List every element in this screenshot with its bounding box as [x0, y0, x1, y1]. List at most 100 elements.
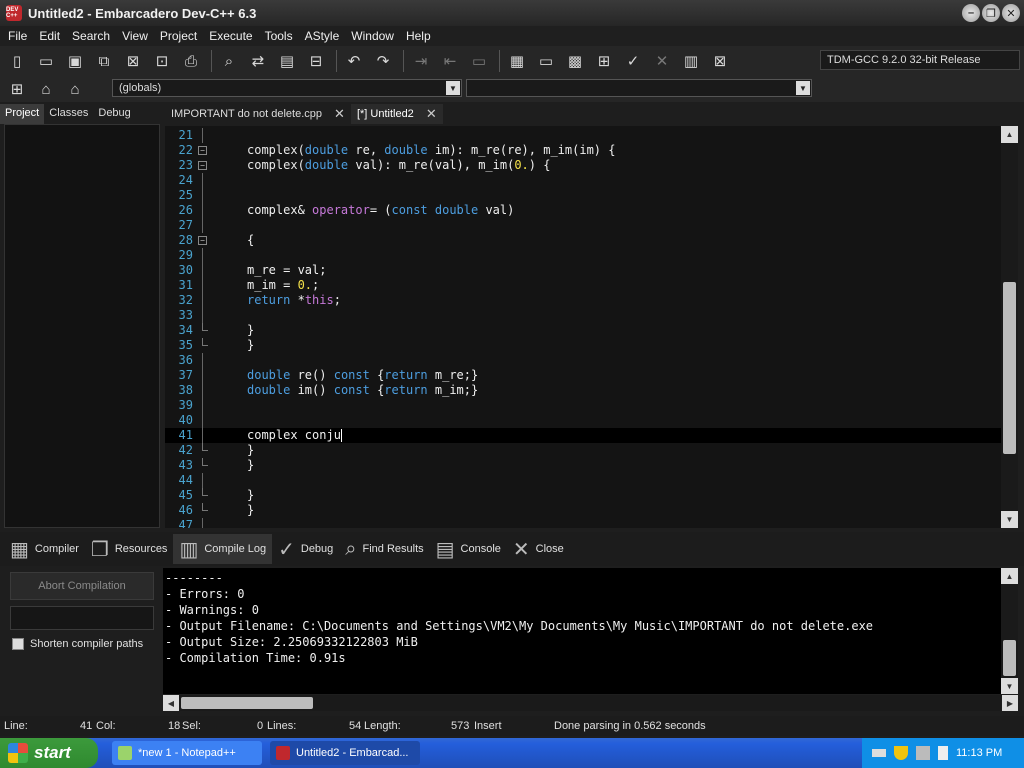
- tab-classes[interactable]: Classes: [44, 104, 93, 124]
- code-line[interactable]: 29: [165, 248, 1001, 263]
- code-line[interactable]: 23− complex(double val): m_re(val), m_im(…: [165, 158, 1001, 173]
- menu-edit[interactable]: Edit: [33, 29, 66, 43]
- run-icon[interactable]: ▭: [533, 48, 559, 74]
- restore-button[interactable]: ❐: [982, 4, 1000, 22]
- abort-compilation-button[interactable]: Abort Compilation: [10, 572, 154, 600]
- close-tab-icon[interactable]: ✕: [426, 106, 437, 122]
- tab-compile-log[interactable]: ▥ Compile Log: [173, 534, 273, 564]
- scroll-left-icon[interactable]: ◀: [163, 695, 179, 711]
- goto-bookmark-icon[interactable]: ⌂: [62, 76, 88, 102]
- menu-view[interactable]: View: [116, 29, 154, 43]
- network-icon[interactable]: [916, 746, 930, 760]
- comment-icon[interactable]: ▭: [466, 48, 492, 74]
- scrollbar-thumb[interactable]: [1003, 640, 1016, 676]
- save-icon[interactable]: ▣: [62, 48, 88, 74]
- shorten-paths-checkbox[interactable]: [12, 638, 24, 650]
- fold-toggle-icon[interactable]: −: [198, 236, 207, 245]
- code-line[interactable]: 25: [165, 188, 1001, 203]
- profile-icon[interactable]: ▥: [678, 48, 704, 74]
- scroll-down-icon[interactable]: ▼: [1001, 511, 1018, 528]
- unindent-icon[interactable]: ⇤: [437, 48, 463, 74]
- tab-compiler[interactable]: ▦ Compiler: [4, 534, 85, 564]
- scroll-right-icon[interactable]: ▶: [1002, 695, 1018, 711]
- scope-select[interactable]: (globals) ▼: [112, 79, 462, 97]
- tab-close[interactable]: ✕ Close: [507, 534, 570, 564]
- code-line[interactable]: 32 return *this;: [165, 293, 1001, 308]
- fold-toggle-icon[interactable]: −: [198, 161, 207, 170]
- tab-resources[interactable]: ❐ Resources: [85, 534, 174, 564]
- security-shield-icon[interactable]: [894, 746, 908, 760]
- member-select[interactable]: ▼: [466, 79, 812, 97]
- shorten-paths-option[interactable]: Shorten compiler paths: [12, 638, 143, 650]
- editor-tab-important[interactable]: IMPORTANT do not delete.cpp ✕: [165, 104, 351, 124]
- code-line[interactable]: 36: [165, 353, 1001, 368]
- code-line[interactable]: 26 complex& operator= (const double val): [165, 203, 1001, 218]
- code-line[interactable]: 37 double re() const {return m_re;}: [165, 368, 1001, 383]
- code-line[interactable]: 30 m_re = val;: [165, 263, 1001, 278]
- tab-console[interactable]: ▤ Console: [430, 534, 507, 564]
- compiler-select[interactable]: TDM-GCC 9.2.0 32-bit Release: [820, 50, 1020, 70]
- keyboard-icon[interactable]: [872, 749, 886, 757]
- syntax-check-icon[interactable]: ✓: [620, 48, 646, 74]
- tab-project[interactable]: Project: [0, 104, 45, 124]
- code-line[interactable]: 42}: [165, 443, 1001, 458]
- menu-astyle[interactable]: AStyle: [299, 29, 346, 43]
- volume-icon[interactable]: [938, 746, 948, 760]
- chevron-down-icon[interactable]: ▼: [796, 81, 810, 95]
- rebuild-icon[interactable]: ⊞: [591, 48, 617, 74]
- code-line[interactable]: 39: [165, 398, 1001, 413]
- code-line[interactable]: 24: [165, 173, 1001, 188]
- code-line[interactable]: 44: [165, 473, 1001, 488]
- goto-icon[interactable]: ▤: [274, 48, 300, 74]
- log-scrollbar[interactable]: ▲ ▼: [1001, 568, 1018, 694]
- scroll-up-icon[interactable]: ▲: [1001, 126, 1018, 143]
- scroll-down-icon[interactable]: ▼: [1001, 678, 1018, 694]
- minimize-button[interactable]: –: [962, 4, 980, 22]
- tab-debug[interactable]: Debug: [93, 104, 135, 124]
- compile-log[interactable]: -------- - Errors: 0 - Warnings: 0 - Output…: [163, 568, 1001, 694]
- close-all-icon[interactable]: ⊡: [149, 48, 175, 74]
- menu-execute[interactable]: Execute: [203, 29, 258, 43]
- save-all-icon[interactable]: ⧉: [91, 48, 117, 74]
- indent-icon[interactable]: ⇥: [408, 48, 434, 74]
- code-line[interactable]: 46}: [165, 503, 1001, 518]
- code-line[interactable]: 22− complex(double re, double im): m_re(r…: [165, 143, 1001, 158]
- scrollbar-thumb[interactable]: [181, 697, 313, 709]
- editor-tab-untitled2[interactable]: [*] Untitled2 ✕: [350, 104, 443, 124]
- find-icon[interactable]: ⌕: [216, 48, 242, 74]
- menu-tools[interactable]: Tools: [259, 29, 299, 43]
- code-line[interactable]: 47: [165, 518, 1001, 528]
- bookmark-icon[interactable]: ⌂: [33, 76, 59, 102]
- replace-icon[interactable]: ⇄: [245, 48, 271, 74]
- code-line[interactable]: 38 double im() const {return m_im;}: [165, 383, 1001, 398]
- close-tab-icon[interactable]: ✕: [334, 106, 345, 122]
- code-editor[interactable]: 21 22− complex(double re, double im): m_re…: [165, 126, 1001, 528]
- code-line[interactable]: 40: [165, 413, 1001, 428]
- delete-profile-icon[interactable]: ⊠: [707, 48, 733, 74]
- menu-file[interactable]: File: [2, 29, 33, 43]
- menu-window[interactable]: Window: [345, 29, 400, 43]
- open-folder-icon[interactable]: ▭: [33, 48, 59, 74]
- start-button[interactable]: start: [0, 738, 98, 768]
- editor-scrollbar[interactable]: ▲ ▼: [1001, 126, 1018, 528]
- fold-toggle-icon[interactable]: −: [198, 146, 207, 155]
- split-icon[interactable]: ⊟: [303, 48, 329, 74]
- code-line[interactable]: 21: [165, 128, 1001, 143]
- code-line[interactable]: 34}: [165, 323, 1001, 338]
- new-file-icon[interactable]: ▯: [4, 48, 30, 74]
- tab-debug[interactable]: ✓ Debug: [272, 534, 339, 564]
- scroll-up-icon[interactable]: ▲: [1001, 568, 1018, 584]
- insert-icon[interactable]: ⊞: [4, 76, 30, 102]
- tab-find-results[interactable]: ⌕ Find Results: [339, 534, 429, 564]
- scrollbar-thumb[interactable]: [1003, 282, 1016, 454]
- menu-project[interactable]: Project: [154, 29, 203, 43]
- code-line[interactable]: 45}: [165, 488, 1001, 503]
- stop-icon[interactable]: ✕: [649, 48, 675, 74]
- taskbar-notepadpp[interactable]: *new 1 - Notepad++: [112, 741, 262, 765]
- code-line[interactable]: 43}: [165, 458, 1001, 473]
- menu-help[interactable]: Help: [400, 29, 437, 43]
- code-line[interactable]: 31 m_im = 0.;: [165, 278, 1001, 293]
- code-line[interactable]: 41 complex conju: [165, 428, 1001, 443]
- code-line[interactable]: 35}: [165, 338, 1001, 353]
- project-tree[interactable]: [4, 124, 160, 528]
